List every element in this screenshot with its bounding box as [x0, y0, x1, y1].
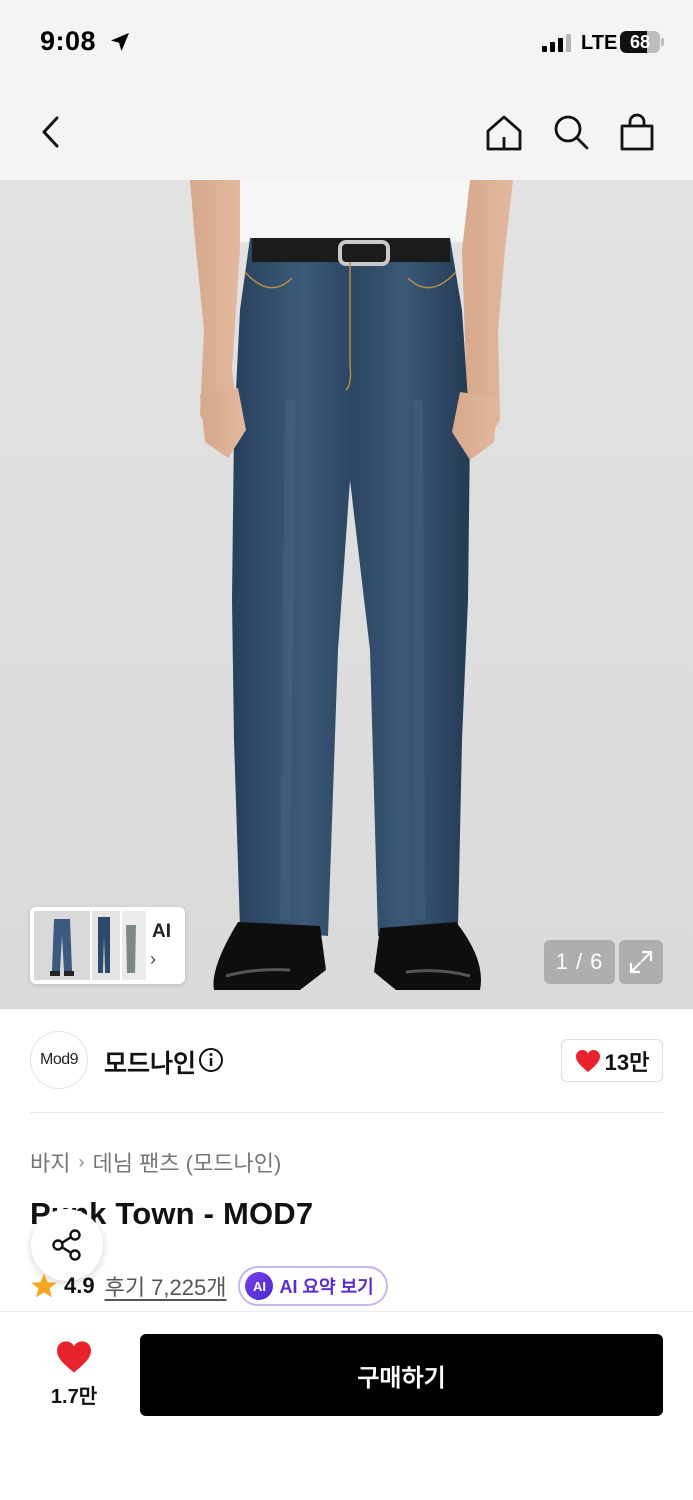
review-count-link[interactable]: 후기 7,225개 [105, 1270, 227, 1302]
wishlist-button[interactable]: 1.7만 [34, 1340, 114, 1410]
buy-button[interactable]: 구매하기 [140, 1334, 663, 1416]
rating-value: 4.9 [64, 1273, 95, 1298]
wishlist-count: 1.7만 [50, 1386, 98, 1408]
share-icon [52, 1229, 81, 1261]
product-image-gallery[interactable]: AI › 1 / 6 [0, 180, 693, 1009]
brand-logo[interactable]: Mod9 [30, 1031, 88, 1089]
breadcrumb-item-denim-pants[interactable]: 데님 팬츠 (모드나인) [92, 1146, 281, 1178]
chevron-left-icon [42, 116, 59, 148]
breadcrumb-item-pants[interactable]: 바지 [30, 1146, 70, 1178]
thumbnail-images [34, 911, 146, 980]
brand-like-button[interactable]: 13만 [561, 1039, 663, 1082]
brand-name[interactable]: 모드나인 [104, 1044, 196, 1080]
ai-summary-button[interactable]: AI AI 요약 보기 [238, 1266, 388, 1306]
star-icon [31, 1273, 57, 1298]
info-icon[interactable] [198, 1047, 224, 1073]
thumbnail-ai-label: AI [152, 921, 171, 942]
product-photo [190, 180, 513, 990]
battery-icon: 68 [620, 31, 664, 53]
rating-row: 4.9 후기 7,225개 AI AI 요약 보기 [30, 1266, 388, 1306]
search-icon [554, 115, 589, 150]
expand-image-button[interactable] [619, 940, 663, 984]
status-time: 9:08 [40, 26, 97, 56]
network-type: LTE [581, 32, 618, 54]
heart-icon [57, 1341, 91, 1373]
shopping-bag-icon [620, 113, 654, 151]
home-button[interactable] [478, 106, 530, 158]
section-divider [30, 1112, 663, 1113]
heart-icon [575, 1049, 600, 1072]
brand-like-count: 13만 [604, 1049, 650, 1075]
bottom-purchase-bar: 1.7만 구매하기 [0, 1311, 693, 1500]
home-icon [486, 115, 522, 151]
expand-icon [629, 950, 653, 974]
breadcrumb: 바지 › 데님 팬츠 (모드나인) [30, 1146, 281, 1178]
breadcrumb-separator: › [78, 1151, 85, 1172]
ai-fitting-thumbnail-button[interactable]: AI › [30, 907, 185, 984]
nav-bar [0, 88, 693, 180]
ai-summary-label: AI 요약 보기 [279, 1277, 374, 1297]
ai-badge-icon: AI [245, 1272, 274, 1300]
location-arrow-icon [111, 33, 129, 51]
battery-percent: 68 [629, 32, 651, 52]
chevron-right-icon: › [150, 949, 156, 969]
image-page-counter: 1 / 6 [544, 940, 615, 984]
status-bar: 9:08 LTE 68 [0, 0, 693, 88]
cellular-signal-icon [542, 34, 571, 52]
search-button[interactable] [545, 106, 597, 158]
cart-button[interactable] [611, 106, 663, 158]
back-button[interactable] [26, 106, 78, 158]
